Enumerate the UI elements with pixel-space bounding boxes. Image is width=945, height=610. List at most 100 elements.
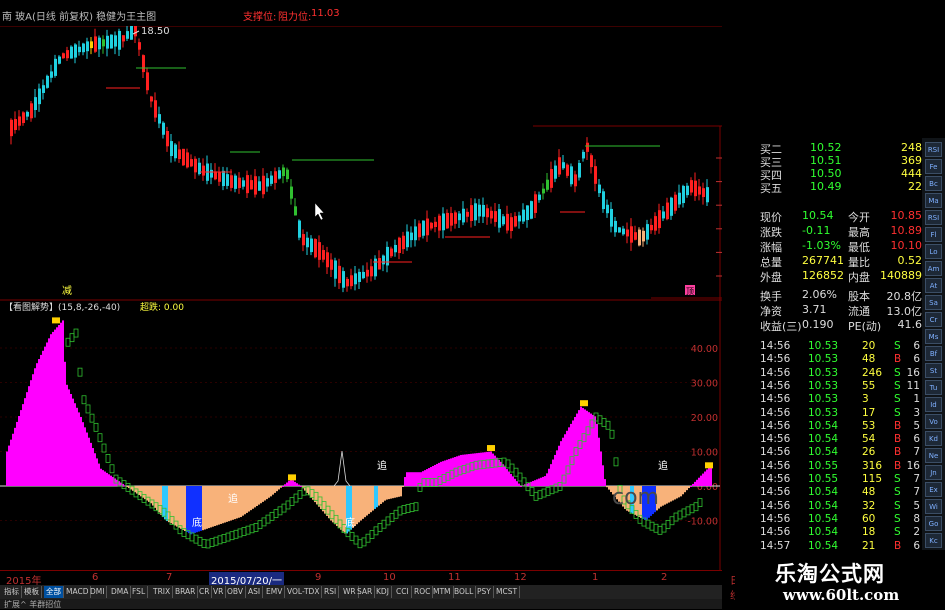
indicator-tab[interactable]: 指标 — [2, 586, 22, 598]
indicator-bar — [364, 486, 366, 518]
indicator-bar — [550, 464, 552, 486]
candle-body — [374, 258, 377, 277]
indicator-bar — [296, 483, 298, 486]
trade-tick-row: 14:56 10.54 60 S 8 — [722, 513, 922, 527]
tool-button-icon[interactable]: Id — [925, 397, 942, 412]
tick-side: B — [894, 419, 902, 432]
indicator-bar — [180, 486, 182, 529]
indicator-signal-marker — [349, 531, 355, 541]
date-axis: 2015年 6 7 2015/07/20/一 9 10 11 12 1 2 日线 — [0, 570, 740, 602]
indicator-tab[interactable]: BOLL — [452, 586, 477, 598]
indicator-tab[interactable]: SAR — [355, 586, 376, 598]
candle-body — [114, 35, 117, 47]
tick-time: 14:56 — [760, 433, 791, 446]
date-mark: 10 — [383, 572, 396, 583]
indicator-signal-marker — [541, 488, 547, 498]
tool-button-icon[interactable]: RSI — [925, 210, 942, 225]
tool-button-icon[interactable]: Tu — [925, 380, 942, 395]
candle-body — [442, 213, 445, 231]
indicator-bar — [36, 363, 38, 486]
indicator-tab[interactable]: MTM — [431, 586, 454, 598]
tool-button-icon[interactable]: Ex — [925, 482, 942, 497]
tool-button-icon[interactable]: Fl — [925, 227, 942, 242]
indicator-bar — [6, 451, 8, 486]
indicator-tab[interactable]: ASI — [246, 586, 264, 598]
tool-button-icon[interactable]: Fe — [925, 159, 942, 174]
indicator-bar — [216, 486, 218, 526]
candle-body — [258, 181, 261, 191]
indicator-tab[interactable]: VOL-TDX — [285, 586, 323, 598]
indicator-bar — [268, 486, 270, 498]
tool-button-icon[interactable]: Am — [925, 261, 942, 276]
tool-button-icon[interactable]: Vo — [925, 414, 942, 429]
candle-body — [618, 227, 621, 233]
indicator-tab[interactable]: 模板 — [22, 586, 42, 598]
indicator-tab[interactable]: MCST — [494, 586, 521, 598]
tool-button-icon[interactable]: Jn — [925, 465, 942, 480]
indicator-signal-marker — [205, 539, 211, 549]
candle-body — [334, 260, 337, 279]
indicator-tab[interactable]: DMA — [109, 586, 132, 598]
indicator-bar — [46, 342, 48, 486]
indicator-bar — [286, 482, 288, 486]
indicator-bar — [30, 380, 32, 486]
tool-button-icon[interactable]: Wi — [925, 499, 942, 514]
stat-value: -1.03% — [802, 239, 841, 252]
indicator-signal-marker — [261, 517, 267, 527]
candle-body — [594, 166, 597, 184]
date-mark: 11 — [448, 572, 461, 583]
quote-panel: 买二 10.52 248 买三 10.51 369 买四 10.50 444 买五 10.49 22 现… — [722, 138, 922, 552]
indicator-signal-marker — [93, 422, 99, 432]
indicator-tab[interactable]: FSL — [130, 586, 149, 598]
indicator-tab[interactable]: CCI — [394, 586, 412, 598]
tick-time: 14:56 — [760, 473, 791, 485]
indicator-tab[interactable]: OBV — [225, 586, 246, 598]
tool-button-icon[interactable]: St — [925, 363, 942, 378]
tool-button-icon[interactable]: Ne — [925, 448, 942, 463]
tool-button-icon[interactable]: Ms — [925, 329, 942, 344]
indicator-bar — [218, 486, 220, 525]
indicator-bar — [186, 486, 188, 533]
indicator-signal-marker — [513, 467, 519, 477]
candle-body — [286, 169, 289, 180]
candle-body — [238, 177, 241, 189]
tool-button-icon[interactable]: Go — [925, 516, 942, 531]
indicator-bar — [76, 407, 78, 486]
candle-body — [522, 209, 525, 222]
tool-button-icon[interactable]: Bc — [925, 176, 942, 191]
indicator-tab[interactable]: RSI — [322, 586, 340, 598]
candle-body — [158, 114, 161, 124]
tool-button-icon[interactable]: Sa — [925, 295, 942, 310]
indicator-tab[interactable]: 全部 — [44, 586, 64, 598]
indicator-tab[interactable]: BRAR — [173, 586, 199, 598]
indicator-bar — [66, 384, 68, 486]
candle-body — [694, 180, 697, 197]
tool-button-icon[interactable]: Kd — [925, 431, 942, 446]
candle-body — [326, 252, 329, 268]
indicator-tab[interactable]: EMV — [264, 586, 286, 598]
indicator-tab[interactable]: DMI — [88, 586, 108, 598]
quote-stat-row: 涨幅 -1.03% 最低 10.10 — [722, 238, 922, 254]
indicator-bar — [26, 392, 28, 486]
tool-button-icon[interactable]: At — [925, 278, 942, 293]
tool-button-icon[interactable]: Kc — [925, 533, 942, 548]
candle-body — [290, 186, 293, 199]
tool-button-icon[interactable]: Cr — [925, 312, 942, 327]
tool-button-icon[interactable]: Ma — [925, 193, 942, 208]
tool-button-icon[interactable]: Bf — [925, 346, 942, 361]
indicator-tab[interactable]: PSY — [475, 586, 494, 598]
tick-volume: 60 — [862, 512, 876, 525]
candle-body — [90, 41, 93, 49]
indicator-bar — [272, 486, 274, 495]
tool-button-icon[interactable]: RSI — [925, 142, 942, 157]
indicator-bar — [242, 486, 244, 516]
tick-side: S — [894, 526, 901, 539]
indicator-tab[interactable]: TRIX — [151, 586, 174, 598]
tool-button-icon[interactable]: Lo — [925, 244, 942, 259]
stat-value: -0.11 — [802, 224, 831, 237]
indicator-tab[interactable]: KDJ — [374, 586, 392, 598]
indicator-bar — [20, 410, 22, 486]
candle-body — [462, 208, 465, 223]
trade-tick-row: 14:56 10.53 17 S 3 — [722, 407, 922, 421]
kline-chart[interactable]: 13.0012.0011.0010.009.008.0018.50减顶【看图解势… — [0, 26, 722, 570]
